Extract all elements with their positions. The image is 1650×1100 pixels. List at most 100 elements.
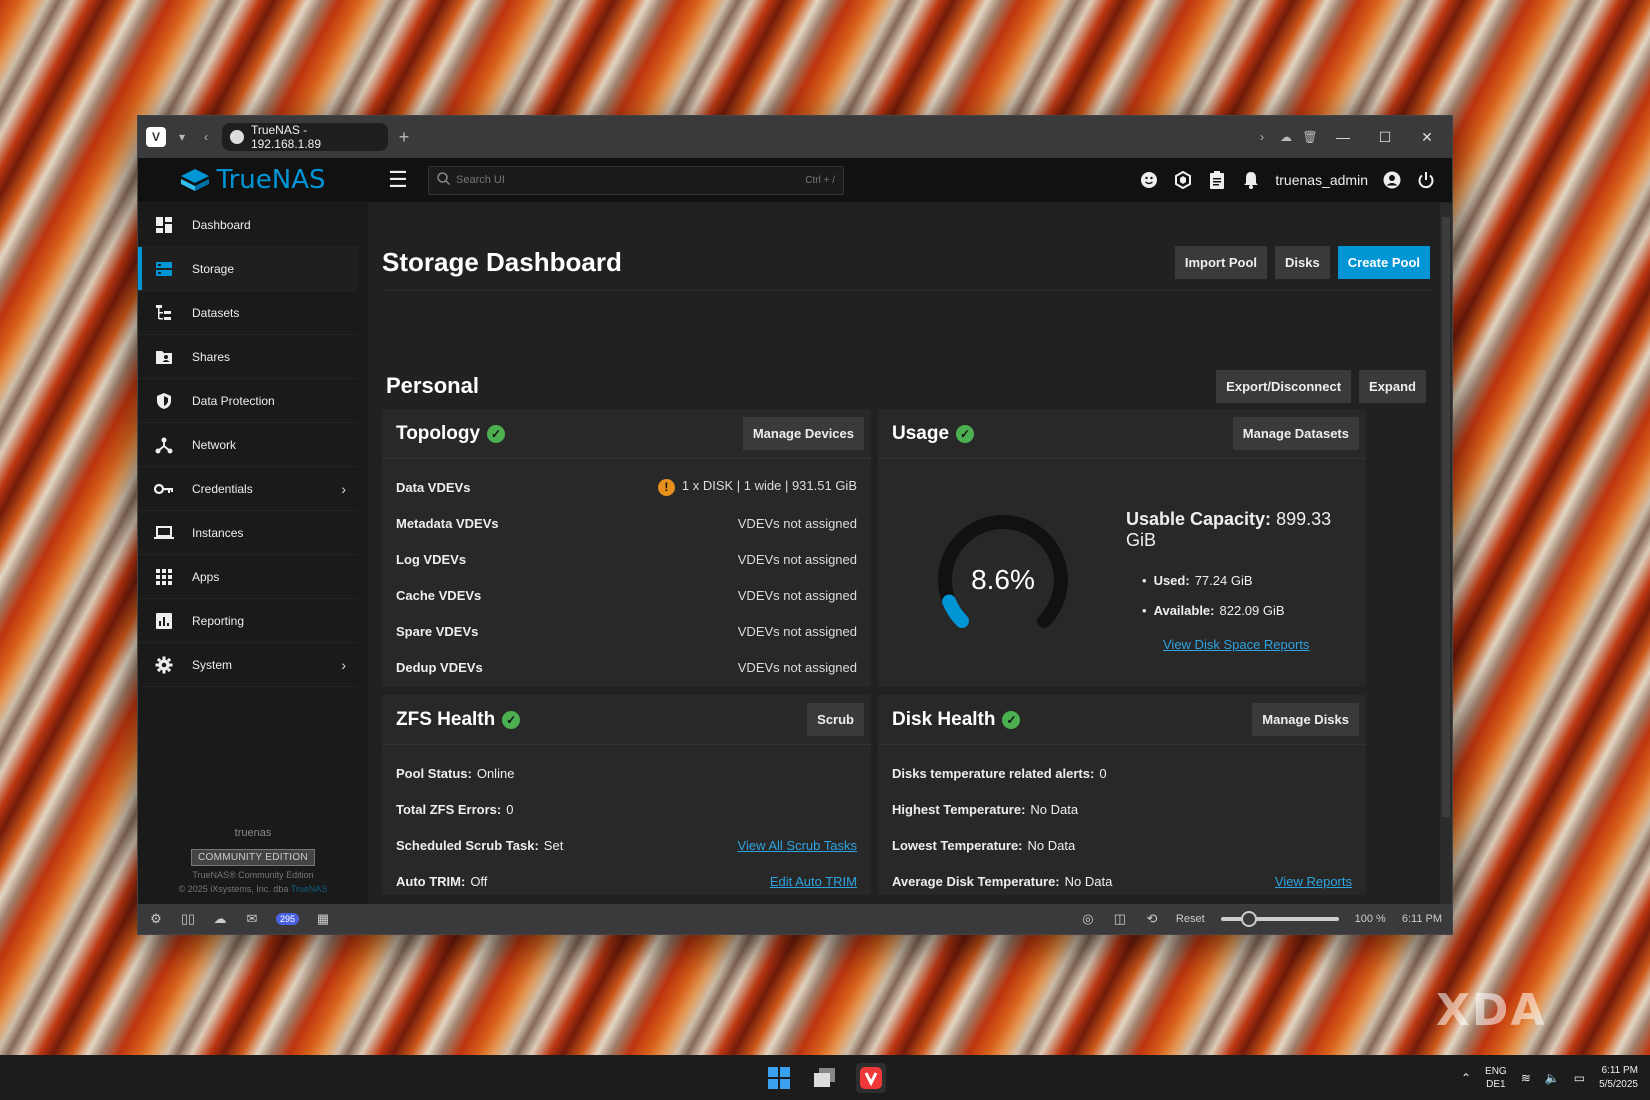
hostname: truenas <box>234 827 272 839</box>
sidebar-item-data-protection[interactable]: Data Protection <box>138 379 358 423</box>
sidebar-item-label: Credentials <box>192 481 253 496</box>
disks-button[interactable]: Disks <box>1275 246 1330 279</box>
network-icon <box>154 435 174 455</box>
maximize-icon[interactable]: ☐ <box>1368 129 1402 146</box>
sidebar-item-datasets[interactable]: Datasets <box>138 291 358 335</box>
trash-icon[interactable]: 🗑 <box>1302 130 1318 144</box>
taskbar-clock[interactable]: 6:11 PM 5/5/2025 <box>1599 1064 1638 1092</box>
row-value: VDEVs not assigned <box>737 515 857 531</box>
vivaldi-taskbar-icon[interactable] <box>856 1062 886 1093</box>
sidebar-item-system[interactable]: System › <box>138 643 358 687</box>
language-indicator[interactable]: ENG DE1 <box>1485 1065 1507 1091</box>
wifi-icon[interactable]: ≋ <box>1521 1071 1531 1085</box>
zoom-reset-button[interactable]: Reset <box>1176 913 1205 925</box>
battery-icon[interactable]: ▭ <box>1574 1071 1585 1085</box>
key-icon <box>154 479 174 499</box>
sidebar-item-instances[interactable]: Instances <box>138 511 358 555</box>
scrub-button[interactable]: Scrub <box>807 703 864 736</box>
sidebar-item-storage[interactable]: Storage <box>138 247 358 291</box>
username[interactable]: truenas_admin <box>1275 172 1368 188</box>
used-item: Used:77.24 GiB <box>1142 565 1366 595</box>
main-scrollbar[interactable] <box>1440 203 1452 904</box>
import-pool-button[interactable]: Import Pool <box>1174 246 1268 279</box>
expand-button[interactable]: Expand <box>1359 369 1426 403</box>
sidebar-item-network[interactable]: Network <box>138 423 358 467</box>
notifications-bell-icon[interactable] <box>1241 170 1261 190</box>
row-label: Cache VDEVs <box>396 587 482 603</box>
zoom-slider-handle[interactable] <box>1240 911 1257 927</box>
export-disconnect-button[interactable]: Export/Disconnect <box>1216 369 1352 403</box>
disk-row: Average Disk Temperature: No Data View Rep… <box>892 863 1352 899</box>
sidebar-item-label: Network <box>192 437 237 452</box>
vivaldi-menu-icon[interactable]: V <box>146 127 166 147</box>
sidebar-item-credentials[interactable]: Credentials › <box>138 467 358 511</box>
page-actions-icon[interactable]: ⟲ <box>1144 911 1160 927</box>
check-circle-icon: ✓ <box>487 424 506 443</box>
view-all-scrub-tasks-link[interactable]: View All Scrub Tasks <box>738 838 857 853</box>
sidebar-item-apps[interactable]: Apps <box>138 555 358 599</box>
sidebar-item-shares[interactable]: Shares <box>138 335 358 379</box>
minimize-icon[interactable]: — <box>1326 129 1360 145</box>
row-value: No Data <box>1027 837 1076 853</box>
truenas-favicon-icon <box>230 130 244 144</box>
cloud-icon[interactable]: ☁ <box>1278 130 1294 144</box>
sidebar-item-reporting[interactable]: Reporting <box>138 599 358 643</box>
volume-icon[interactable]: 🔈 <box>1545 1071 1560 1085</box>
warning-icon[interactable]: ! <box>657 478 675 496</box>
zoom-slider[interactable] <box>1220 911 1339 927</box>
zfs-row: Auto TRIM: Off Edit Auto TRIM <box>396 863 857 899</box>
browser-window: V ▾ ‹ TrueNAS - 192.168.1.89 + › ☁ 🗑 — ☐… <box>137 115 1453 935</box>
back-icon[interactable]: ‹ <box>198 130 214 144</box>
gear-icon <box>154 655 174 675</box>
pool-name: Personal <box>386 373 479 398</box>
used-label: Used: <box>1153 572 1190 588</box>
scrollbar-thumb[interactable] <box>1442 217 1450 817</box>
new-tab-button[interactable]: + <box>396 127 412 148</box>
copyright-text: © 2025 iXsystems, Inc. dba <box>178 884 289 894</box>
row-value: VDEVs not assigned <box>737 551 857 567</box>
forward-icon[interactable]: › <box>1254 130 1270 144</box>
account-icon[interactable] <box>1382 170 1402 190</box>
truenas-link[interactable]: TrueNAS <box>291 884 328 894</box>
close-icon[interactable]: ✕ <box>1410 129 1444 146</box>
feedback-icon[interactable] <box>1139 170 1159 190</box>
view-reports-link[interactable]: View Reports <box>1275 874 1352 889</box>
reporting-chart-icon <box>154 611 174 631</box>
data-vdevs-value: 1 x DISK | 1 wide | 931.51 GiB <box>681 478 857 494</box>
search-bar[interactable]: Ctrl + / <box>428 165 844 195</box>
tiling-icon[interactable]: ◫ <box>1112 911 1128 927</box>
browser-tab[interactable]: TrueNAS - 192.168.1.89 <box>222 123 388 151</box>
menu-toggle-icon[interactable]: ☰ <box>368 167 428 193</box>
cloud-sync-icon[interactable]: ☁ <box>212 911 228 927</box>
truenas-logo[interactable]: TrueNAS <box>138 165 368 195</box>
power-icon[interactable] <box>1416 170 1436 190</box>
create-pool-button[interactable]: Create Pool <box>1337 246 1430 279</box>
storage-icon <box>154 259 174 279</box>
manage-devices-button[interactable]: Manage Devices <box>742 417 864 450</box>
calendar-icon[interactable]: ▦ <box>315 911 331 927</box>
row-label: Dedup VDEVs <box>396 659 483 675</box>
row-label: Total ZFS Errors: <box>396 801 502 817</box>
panel-toggle-icon[interactable]: ▯▯ <box>180 911 196 927</box>
task-view-icon[interactable] <box>810 1063 840 1093</box>
truenas-logo-icon <box>180 169 209 191</box>
page-title: Storage Dashboard <box>382 247 622 277</box>
usage-info: Usable Capacity: 899.33 GiB Used:77.24 G… <box>1126 509 1366 625</box>
disk-row: Lowest Temperature: No Data <box>892 827 1352 863</box>
truecommand-icon[interactable] <box>1173 170 1193 190</box>
search-input[interactable] <box>456 174 800 186</box>
sidebar-item-dashboard[interactable]: Dashboard <box>138 203 358 247</box>
chevron-right-icon: › <box>341 656 346 673</box>
windows-start-icon[interactable] <box>764 1063 794 1093</box>
sidebar: Dashboard Storage Datasets Shares Data P… <box>138 203 368 904</box>
view-disk-space-reports-link[interactable]: View Disk Space Reports <box>1163 637 1309 652</box>
chevron-up-icon[interactable]: ⌃ <box>1461 1071 1471 1085</box>
chevron-down-icon[interactable]: ▾ <box>174 130 190 144</box>
manage-datasets-button[interactable]: Manage Datasets <box>1232 417 1359 450</box>
settings-icon[interactable]: ⚙ <box>148 911 164 927</box>
edit-auto-trim-link[interactable]: Edit Auto TRIM <box>770 874 857 889</box>
mail-icon[interactable]: ✉ <box>244 911 260 927</box>
jobs-clipboard-icon[interactable] <box>1207 170 1227 190</box>
capture-icon[interactable]: ◎ <box>1080 911 1096 927</box>
manage-disks-button[interactable]: Manage Disks <box>1252 703 1359 736</box>
